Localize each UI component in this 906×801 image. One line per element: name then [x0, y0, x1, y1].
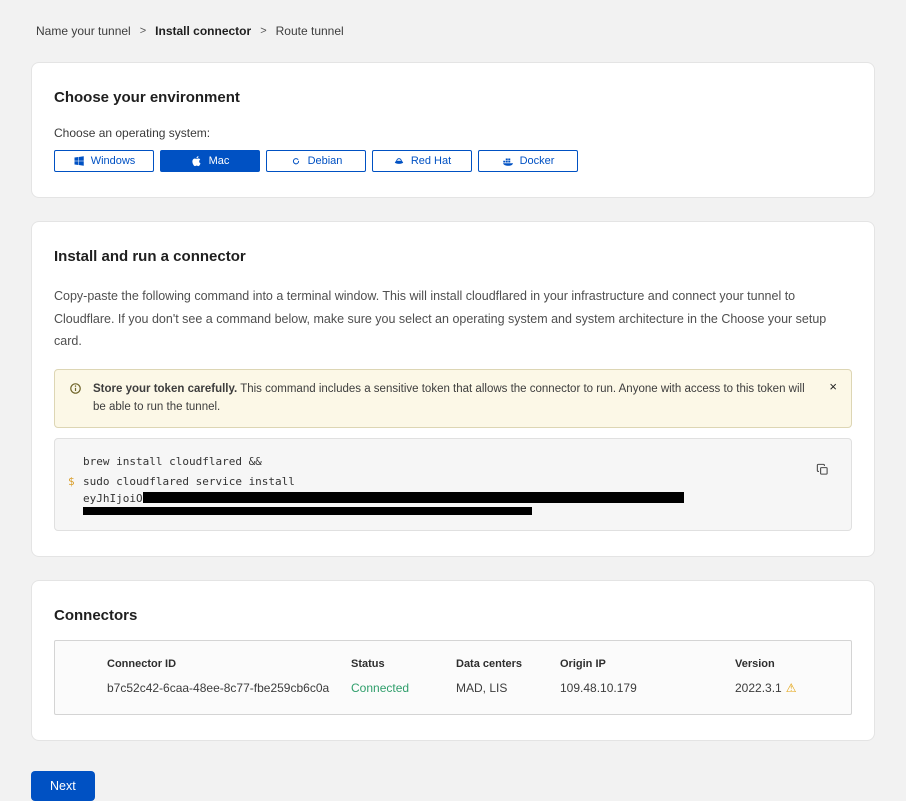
docker-icon: [502, 155, 514, 167]
windows-icon: [73, 155, 85, 167]
column-header-version: Version: [735, 658, 841, 681]
column-header-data-centers: Data centers: [456, 658, 560, 681]
copy-command-button[interactable]: [814, 461, 831, 478]
shell-prompt: $: [68, 472, 83, 492]
connector-id-value: b7c52c42-6caa-48ee-8c77-fbe259cb6c0a: [107, 681, 351, 695]
info-icon: [69, 382, 82, 395]
redacted-token-bar: [143, 492, 684, 503]
table-header-row: Connector ID Status Data centers Origin …: [107, 658, 841, 681]
os-select-label: Choose an operating system:: [54, 126, 852, 140]
os-button-label: Mac: [209, 155, 230, 167]
os-button-mac[interactable]: Mac: [160, 150, 260, 172]
debian-icon: [290, 155, 302, 167]
os-button-debian[interactable]: Debian: [266, 150, 366, 172]
install-command-codeblock: brew install cloudflared && $ sudo cloud…: [54, 438, 852, 531]
os-button-windows[interactable]: Windows: [54, 150, 154, 172]
redhat-icon: [393, 155, 405, 167]
os-button-label: Docker: [520, 155, 555, 167]
connectors-table: Connector ID Status Data centers Origin …: [54, 640, 852, 715]
data-centers-value: MAD, LIS: [456, 681, 560, 695]
os-button-docker[interactable]: Docker: [478, 150, 578, 172]
command-text: brew install cloudflared &&: [83, 452, 262, 472]
command-line-2: $ sudo cloudflared service install: [68, 472, 799, 492]
table-row: b7c52c42-6caa-48ee-8c77-fbe259cb6c0a Con…: [107, 681, 841, 695]
environment-card: Choose your environment Choose an operat…: [31, 62, 875, 198]
column-header-status: Status: [351, 658, 456, 681]
install-connector-card: Install and run a connector Copy-paste t…: [31, 221, 875, 557]
redacted-token-bar: [83, 507, 532, 515]
breadcrumb-name-your-tunnel[interactable]: Name your tunnel: [36, 24, 131, 38]
os-button-label: Windows: [91, 155, 136, 167]
close-icon[interactable]: ×: [829, 380, 837, 393]
os-button-redhat[interactable]: Red Hat: [372, 150, 472, 172]
breadcrumb-route-tunnel[interactable]: Route tunnel: [276, 24, 344, 38]
os-button-label: Red Hat: [411, 155, 451, 167]
breadcrumb: Name your tunnel > Install connector > R…: [36, 24, 875, 38]
breadcrumb-separator: >: [260, 25, 266, 37]
next-button[interactable]: Next: [31, 771, 95, 801]
token-warning-text: Store your token carefully. This command…: [93, 380, 807, 418]
command-line-1: brew install cloudflared &&: [68, 452, 799, 472]
breadcrumb-separator: >: [140, 25, 146, 37]
connectors-title: Connectors: [54, 607, 852, 624]
token-warning-title: Store your token carefully.: [93, 383, 237, 395]
tunnel-setup-page: Name your tunnel > Install connector > R…: [0, 0, 906, 801]
install-instructions: Copy-paste the following command into a …: [54, 285, 852, 353]
token-warning-banner: Store your token carefully. This command…: [54, 369, 852, 429]
connectors-card: Connectors Connector ID Status Data cent…: [31, 580, 875, 741]
command-line-token: eyJhIjoiO: [68, 492, 799, 505]
apple-icon: [191, 155, 203, 167]
column-header-connector-id: Connector ID: [107, 658, 351, 681]
token-prefix: eyJhIjoiO: [83, 492, 143, 505]
install-connector-title: Install and run a connector: [54, 248, 852, 265]
command-text: sudo cloudflared service install: [83, 472, 295, 492]
os-button-group: Windows Mac Debian Red Hat Docker: [54, 150, 852, 172]
environment-card-title: Choose your environment: [54, 89, 852, 106]
origin-ip-value: 109.48.10.179: [560, 681, 735, 695]
column-header-origin-ip: Origin IP: [560, 658, 735, 681]
status-badge: Connected: [351, 681, 456, 695]
breadcrumb-install-connector[interactable]: Install connector: [155, 24, 251, 38]
version-value: 2022.3.1 ⚠: [735, 681, 841, 695]
copy-icon: [816, 463, 829, 476]
version-warning-icon: ⚠: [786, 681, 797, 695]
os-button-label: Debian: [308, 155, 343, 167]
